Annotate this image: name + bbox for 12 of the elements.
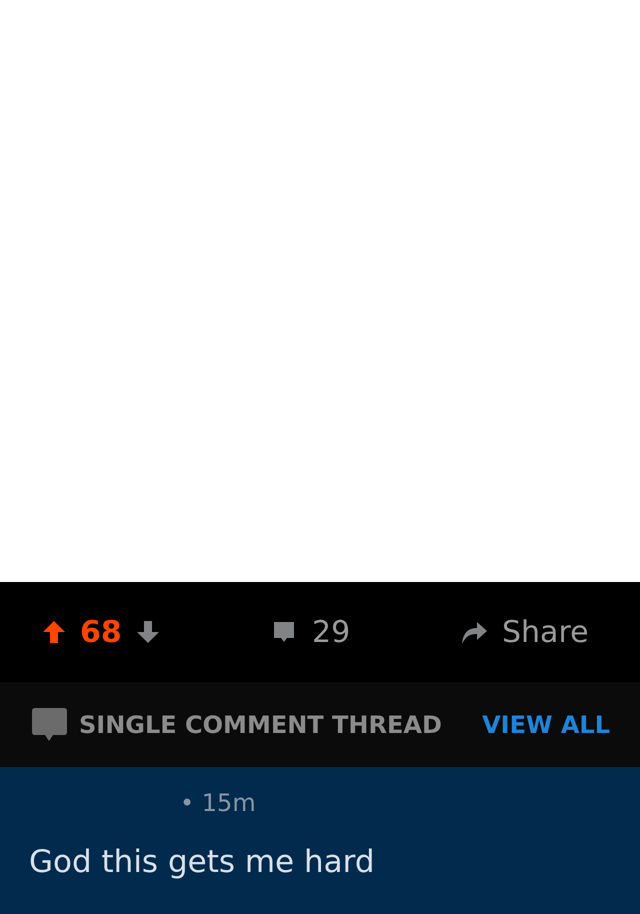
comment-time: • 15m <box>180 788 257 819</box>
comment-bubble-icon <box>32 708 67 742</box>
comment-text: God this gets me hard <box>29 843 376 882</box>
downvote-arrow-icon[interactable] <box>136 619 160 645</box>
thread-label: SINGLE COMMENT THREAD <box>79 710 442 740</box>
share-arrow-icon <box>460 619 488 645</box>
view-all-link[interactable]: VIEW ALL <box>482 706 610 742</box>
comment-bubble-icon[interactable] <box>272 620 296 644</box>
upvote-arrow-icon[interactable] <box>42 619 66 645</box>
comment-count: 29 <box>312 614 350 652</box>
vote-score: 68 <box>80 614 122 652</box>
share-button[interactable]: Share <box>460 610 589 654</box>
